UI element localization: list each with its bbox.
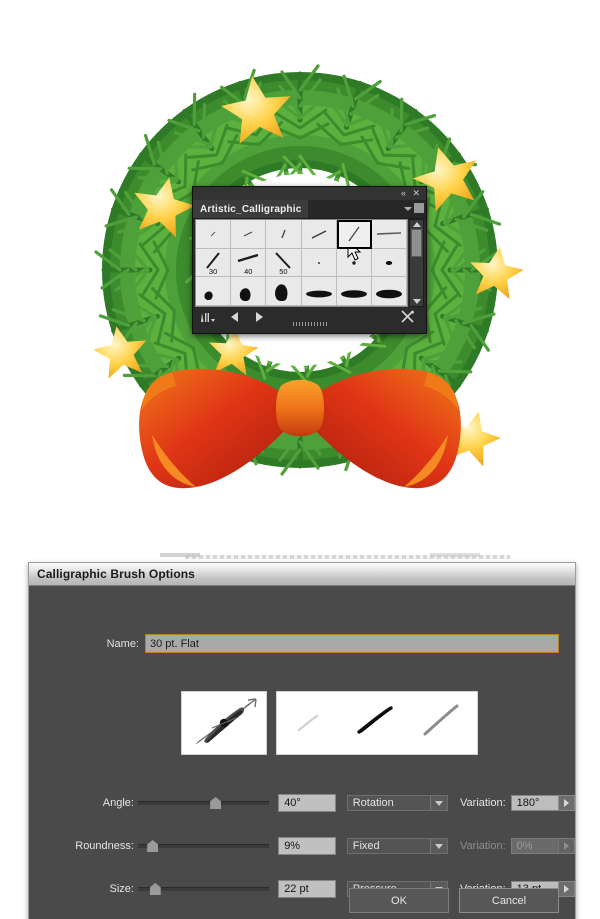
brush-cell-selected[interactable] [336, 220, 372, 249]
scroll-down-arrow-icon[interactable] [412, 299, 421, 304]
stroke-samples-preview[interactable] [276, 691, 478, 755]
roundness-value-field[interactable]: 9% [278, 837, 336, 855]
panel-corner-button[interactable] [414, 203, 424, 213]
panel-titlebar[interactable]: « ✕ [193, 187, 426, 200]
brush-options-icon[interactable] [400, 310, 416, 324]
brush-cell[interactable] [196, 277, 232, 306]
panel-menu-icon[interactable] [404, 207, 412, 211]
brush-grid[interactable]: 30 40 50 [195, 219, 408, 307]
brush-cell[interactable] [371, 248, 407, 278]
roundness-variation-label: Variation: [460, 840, 506, 852]
brush-grid-wrapper: 30 40 50 [193, 219, 426, 307]
brush-cell[interactable]: 30 [196, 248, 232, 278]
size-slider[interactable] [137, 881, 270, 897]
tab-artistic-calligraphic[interactable]: Artistic_Calligraphic [193, 200, 309, 218]
brush-shape-preview[interactable] [181, 691, 267, 755]
angle-control-row: Angle: 40° Rotation Variation: 180° [29, 794, 576, 812]
background-window-edge-right [430, 553, 480, 557]
cancel-button[interactable]: Cancel [459, 888, 559, 913]
variation-stepper-icon [558, 839, 575, 853]
brush-cell[interactable] [336, 277, 372, 306]
brush-cell[interactable] [371, 220, 407, 249]
brush-cell[interactable]: 40 [231, 248, 267, 278]
scroll-up-arrow-icon[interactable] [412, 222, 421, 227]
roundness-slider[interactable] [137, 838, 270, 854]
variation-stepper-icon[interactable] [558, 882, 575, 896]
panel-resize-grip[interactable] [292, 322, 327, 326]
name-input[interactable]: 30 pt. Flat [145, 634, 559, 653]
previous-library-arrow-icon[interactable] [229, 311, 241, 323]
slider-thumb[interactable] [149, 883, 161, 895]
roundness-label: Roundness: [75, 840, 134, 852]
preview-area [29, 691, 600, 755]
name-row: Name: 30 pt. Flat [29, 634, 575, 653]
angle-mode-select[interactable]: Rotation [346, 795, 449, 811]
slider-track [137, 801, 270, 805]
wreath-bow [139, 368, 461, 489]
app-screenshot: « ✕ Artistic_Calligraphic 30 40 50 Calli… [0, 0, 600, 919]
roundness-mode-select[interactable]: Fixed [346, 838, 449, 854]
background-window-edge-left [160, 553, 200, 557]
size-label: Size: [109, 883, 134, 895]
scrollbar-thumb[interactable] [411, 229, 422, 257]
brush-cell[interactable] [301, 248, 337, 278]
angle-label: Angle: [102, 797, 134, 809]
angle-variation-field[interactable]: 180° [510, 795, 576, 811]
chevron-down-icon[interactable] [430, 839, 448, 853]
angle-variation-label: Variation: [460, 797, 506, 809]
brush-cell[interactable] [231, 277, 267, 306]
ok-button[interactable]: OK [349, 888, 449, 913]
panel-footer [193, 307, 426, 327]
name-label: Name: [106, 637, 139, 650]
brushes-panel[interactable]: « ✕ Artistic_Calligraphic 30 40 50 [192, 186, 427, 334]
brush-cell[interactable] [301, 277, 337, 306]
dialog-titlebar[interactable]: Calligraphic Brush Options [29, 563, 575, 586]
double-left-chevron-icon[interactable]: « [401, 187, 406, 200]
brush-cell[interactable] [196, 220, 232, 249]
close-icon[interactable]: ✕ [412, 187, 420, 200]
brush-label: 50 [279, 267, 288, 277]
slider-thumb[interactable] [210, 797, 222, 809]
brush-label: 30 [208, 267, 218, 277]
angle-variation-value: 180° [516, 797, 540, 809]
angle-value-field[interactable]: 40° [278, 794, 336, 812]
roundness-variation-value: 0% [516, 840, 533, 852]
scrollbar-track[interactable] [410, 257, 423, 297]
brush-libraries-menu-icon[interactable] [199, 311, 217, 324]
panel-tab-empty-area [308, 200, 426, 218]
brush-cell[interactable] [371, 277, 407, 306]
roundness-mode-value: Fixed [352, 840, 380, 852]
panel-tab-bar[interactable]: Artistic_Calligraphic [193, 200, 426, 219]
dialog-body: Name: 30 pt. Flat Angle: 40° Rotation Va… [29, 586, 576, 919]
brush-label: 40 [244, 267, 253, 277]
next-library-arrow-icon[interactable] [253, 311, 265, 323]
brush-cell[interactable] [266, 277, 302, 306]
brush-grid-scrollbar[interactable] [409, 219, 424, 307]
angle-slider[interactable] [137, 795, 270, 811]
roundness-control-row: Roundness: 9% Fixed Variation: 0% [29, 837, 576, 855]
brush-cell[interactable] [301, 220, 337, 249]
angle-mode-value: Rotation [352, 797, 394, 809]
dialog-button-bar: OK Cancel [349, 888, 559, 913]
dialog-title: Calligraphic Brush Options [37, 567, 195, 581]
brush-cell[interactable] [266, 220, 302, 249]
roundness-variation-field: 0% [510, 838, 576, 854]
brush-cell[interactable] [231, 220, 267, 249]
variation-stepper-icon[interactable] [558, 796, 575, 810]
size-value-field[interactable]: 22 pt [278, 880, 336, 898]
brush-cell[interactable]: 50 [266, 248, 302, 278]
calligraphic-brush-options-dialog[interactable]: Calligraphic Brush Options Name: 30 pt. … [28, 562, 576, 919]
slider-thumb[interactable] [147, 840, 159, 852]
chevron-down-icon[interactable] [430, 796, 448, 810]
